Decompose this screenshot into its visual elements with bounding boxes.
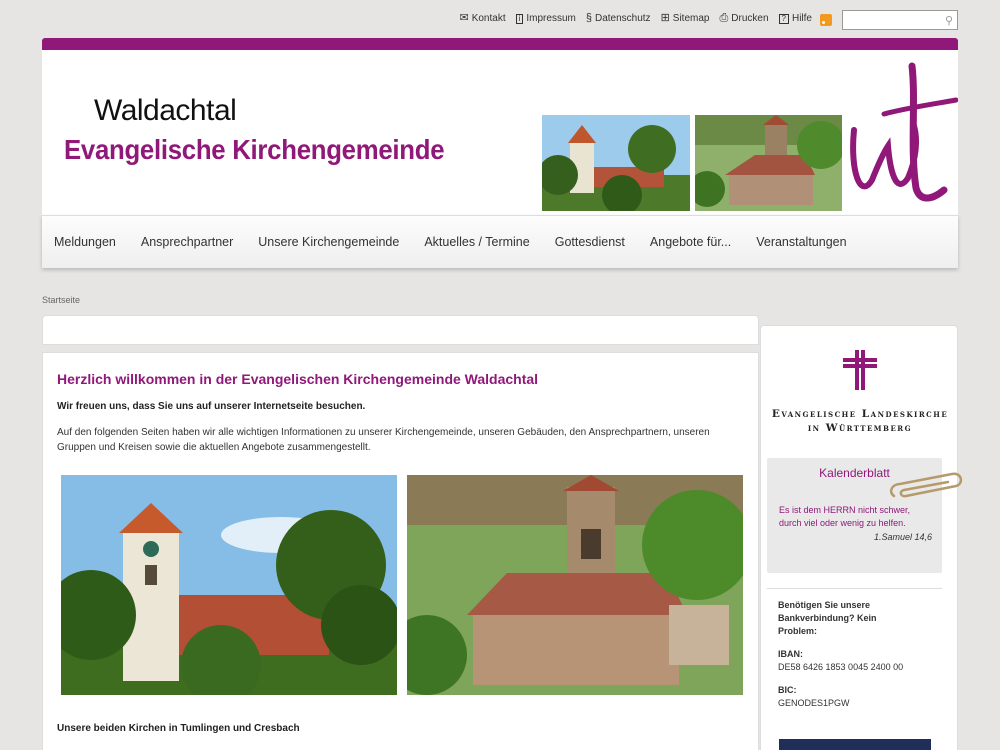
wt-logo-icon[interactable] <box>846 60 958 210</box>
site-title-line2[interactable]: Evangelische Kirchengemeinde <box>64 134 445 166</box>
lead-text: Wir freuen uns, dass Sie uns auf unserer… <box>57 401 366 412</box>
bank-intro: Benötigen Sie unsere Bankverbindung? Kei… <box>778 600 877 636</box>
rss-icon[interactable] <box>820 14 832 26</box>
site-title-line1[interactable]: Waldachtal <box>94 94 237 128</box>
kalenderblatt-verse: Es ist dem HERRN nicht schwer, durch vie… <box>779 505 911 528</box>
nav-unsere-kirchengemeinde[interactable]: Unsere Kirchengemeinde <box>258 235 399 249</box>
utility-links: ✉ Kontakt i Impressum § Datenschutz ⊞ Sitema… <box>459 12 812 25</box>
kontakt-link[interactable]: ✉ Kontakt <box>459 12 505 25</box>
bic-label: BIC: <box>778 685 797 695</box>
breadcrumb[interactable]: Startseite <box>42 295 80 305</box>
nav-meldungen[interactable]: Meldungen <box>54 235 116 249</box>
bic-value: GENODES1PGW <box>778 698 850 708</box>
header-photo-tumlingen <box>542 115 690 211</box>
photo-church-cresbach <box>407 475 743 695</box>
page-title: Herzlich willkommen in der Evangelischen… <box>57 371 539 387</box>
nav-gottesdienst[interactable]: Gottesdienst <box>555 235 625 249</box>
main-content: Herzlich willkommen in der Evangelischen… <box>42 352 759 750</box>
landeskirche-line2: in Württemberg <box>807 422 913 434</box>
nav-angebote-fuer[interactable]: Angebote für... <box>650 235 731 249</box>
sitemap-link[interactable]: ⊞ Sitemap <box>660 12 710 25</box>
header-accent-bar <box>42 38 958 50</box>
nav-veranstaltungen[interactable]: Veranstaltungen <box>756 235 846 249</box>
iban-value: DE58 6426 1853 0045 2400 00 <box>778 662 904 672</box>
help-icon: ? <box>778 13 789 24</box>
bank-details: Benötigen Sie unsere Bankverbindung? Kei… <box>767 588 942 710</box>
paperclip-icon <box>889 472 963 498</box>
impressum-link[interactable]: i Impressum <box>515 13 576 24</box>
sitemap-icon: ⊞ <box>660 12 670 24</box>
search-input[interactable]: ⚲ <box>842 10 958 30</box>
content-top-panel <box>42 315 759 345</box>
iban-label: IBAN: <box>778 649 803 659</box>
datenschutz-link[interactable]: § Datenschutz <box>585 12 651 25</box>
nav-ansprechpartner[interactable]: Ansprechpartner <box>141 235 233 249</box>
photo-caption: Unsere beiden Kirchen in Tumlingen und C… <box>57 723 300 734</box>
sidebar: Evangelische Landeskirche in Württemberg… <box>760 325 963 750</box>
info-icon: i <box>515 13 524 24</box>
envelope-icon: ✉ <box>459 12 469 24</box>
search-icon[interactable]: ⚲ <box>945 14 953 27</box>
printer-icon: ⎙ <box>719 12 729 24</box>
photo-church-tumlingen <box>61 475 397 695</box>
top-utility-bar: ✉ Kontakt i Impressum § Datenschutz ⊞ Sitema… <box>42 10 958 32</box>
paragraph-icon: § <box>585 12 592 24</box>
landeskirche-line1: Evangelische Landeskirche <box>771 408 949 420</box>
hilfe-link[interactable]: ? Hilfe <box>778 13 812 24</box>
sidebar-banner[interactable] <box>779 739 931 750</box>
header-photo-cresbach <box>695 115 842 211</box>
drucken-link[interactable]: ⎙ Drucken <box>719 12 768 25</box>
landeskirche-logo[interactable]: Evangelische Landeskirche in Württemberg <box>761 350 959 435</box>
main-navigation: Meldungen Ansprechpartner Unsere Kirchen… <box>42 215 958 268</box>
kalenderblatt-box: Kalenderblatt Es ist dem HERRN nicht sch… <box>767 458 963 573</box>
cross-icon <box>843 350 877 390</box>
site-header: Waldachtal Evangelische Kirchengemeinde <box>42 50 958 215</box>
kalenderblatt-reference: 1.Samuel 14,6 <box>873 532 932 542</box>
nav-aktuelles-termine[interactable]: Aktuelles / Termine <box>424 235 529 249</box>
intro-text: Auf den folgenden Seiten haben wir alle … <box>57 427 710 453</box>
